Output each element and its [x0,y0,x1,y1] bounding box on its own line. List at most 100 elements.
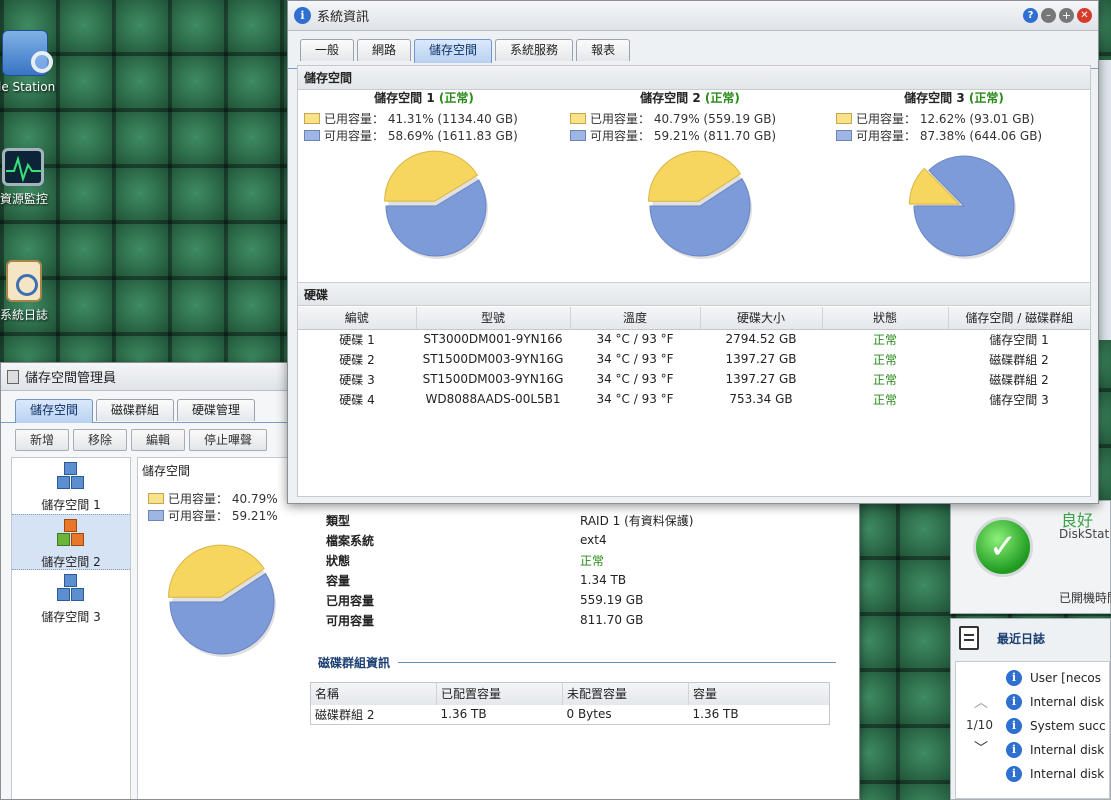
file-station-icon [2,30,53,76]
volume-cubes-icon [56,462,86,492]
prop-key: 已用容量 [326,593,375,608]
free-legend: 可用容量： 59.21% (811.70 GB) [570,127,830,144]
volume-list-item[interactable]: 儲存空間 1 [12,458,130,514]
used-swatch [148,493,164,504]
free-swatch [148,510,164,521]
volume-name: 儲存空間 1 [374,91,435,105]
disk-group-table: 名稱 已配置容量 未配置容量 容量 磁碟群組 2 1.36 TB 0 Bytes… [310,682,830,725]
storage-manager-app-icon [7,369,19,384]
disk-col-header: 狀態 [822,307,949,330]
group-col-header: 容量 [693,687,718,702]
volume-usage-pie [168,544,276,657]
ok-status-icon: ✓ [973,517,1033,577]
volume-list-item[interactable]: 儲存空間 3 [12,570,130,626]
desktop-icon-label: le Station [0,80,56,94]
system-info-tabs: 一般 網路 儲存空間 系統服務 報表 [288,31,1098,69]
remove-button[interactable]: 移除 [73,429,128,451]
free-swatch [836,130,852,141]
stop-beep-button[interactable]: 停止嗶聲 [189,429,268,451]
disk-col-header: 硬碟大小 [700,307,823,330]
info-icon: i [294,7,311,24]
used-legend: 已用容量： 41.31% (1134.40 GB) [304,110,564,127]
table-row[interactable]: 硬碟 4 WD8088AADS-00L5B1 34 °C / 93 °F 753.34… [298,389,1090,409]
disk-section-header: 硬碟 [298,282,1090,306]
resource-monitor-icon [2,148,44,186]
desktop-icon-system-log[interactable]: 系統日誌 [0,260,80,323]
desktop-icon-label: 資源監控 [0,192,49,206]
used-swatch [836,113,852,124]
volume-name: 儲存空間 2 [640,91,701,105]
tab-network[interactable]: 網路 [357,39,412,61]
recent-logs-title: 最近日誌 [997,631,1046,646]
disk-col-header: 溫度 [570,307,701,330]
uptime-label: 已開機時間 [1059,591,1111,605]
volume-usage-pie [648,150,752,259]
volume-detail-panel: 儲存空間 已用容量： 40.79% 可用容量： 59.21% 類型 RAID 1 … [137,457,859,799]
system-info-content: 儲存空間 儲存空間 1 (正常) 已用容量： 41.31% (1134.40 G… [297,65,1091,497]
system-log-icon [6,260,42,302]
edit-button[interactable]: 編輯 [131,429,186,451]
tab-report[interactable]: 報表 [576,39,631,61]
table-row[interactable]: 硬碟 2 ST1500DM003-9YN16G 34 °C / 93 °F 1397.… [298,349,1090,369]
desktop-icon-file-station[interactable]: le Station [0,30,80,94]
log-item[interactable]: i Internal disk [1006,690,1111,714]
tab-hdd-management[interactable]: 硬碟管理 [177,399,256,421]
prop-key: 可用容量 [326,613,375,628]
free-swatch [304,130,320,141]
disk-group-section-title: 磁碟群組資訊 [318,654,836,671]
free-slice [913,155,1015,257]
log-page-indicator: 1/10 [966,718,993,732]
tab-storage[interactable]: 儲存空間 [414,39,493,63]
window-title: 系統資訊 [317,10,370,25]
recent-logs-widget: 最近日誌 ︿ 1/10 ﹀ i User [necos i Internal dis… [950,618,1111,800]
prop-value: 1.34 TB [580,573,627,587]
prop-value: 559.19 GB [580,593,644,607]
prop-value: 正常 [580,553,605,568]
tab-disk-groups[interactable]: 磁碟群組 [96,399,175,421]
table-row[interactable]: 硬碟 3 ST1500DM003-9YN16G 34 °C / 93 °F 1397.… [298,369,1090,389]
chevron-down-icon[interactable]: ﹀ [974,738,988,758]
info-icon: i [1006,670,1022,686]
desktop-icon-resource-monitor[interactable]: 資源監控 [0,148,80,207]
volume-list-item-selected[interactable]: 儲存空間 2 [12,514,130,570]
add-button[interactable]: 新增 [15,429,70,451]
log-item[interactable]: i Internal disk [1006,738,1111,762]
free-legend: 可用容量： 58.69% (1611.83 GB) [304,127,564,144]
close-icon[interactable]: ✕ [1077,8,1092,23]
chevron-up-icon[interactable]: ︿ [974,692,988,712]
prop-key: 容量 [326,573,351,588]
log-item[interactable]: i System succ [1006,714,1111,738]
help-icon[interactable]: ? [1023,8,1038,23]
maximize-icon[interactable]: + [1059,8,1074,23]
health-label: DiskStat [1059,527,1110,541]
info-icon: i [1006,694,1022,710]
info-icon: i [1006,766,1022,782]
health-widget: ✓ 良好 DiskStat 已開機時間 [950,500,1111,614]
tab-volumes[interactable]: 儲存空間 [15,399,94,423]
prop-key: 類型 [326,513,351,528]
right-edge-panel [1098,60,1111,340]
system-info-titlebar[interactable]: i 系統資訊 ? – + ✕ [288,1,1098,31]
tab-general[interactable]: 一般 [300,39,355,61]
system-info-window: i 系統資訊 ? – + ✕ 一般 網路 儲存空間 系統服務 報表 儲存空間 儲存空間 … [287,0,1099,504]
used-legend: 已用容量： 40.79% [148,490,278,507]
tab-services[interactable]: 系統服務 [495,39,574,61]
free-legend: 可用容量： 59.21% [148,507,278,524]
volume-usage-pie [384,150,488,259]
volume-cubes-icon [56,574,86,604]
table-row[interactable]: 磁碟群組 2 1.36 TB 0 Bytes 1.36 TB [311,705,830,725]
volume-status: (正常) [438,91,474,105]
table-row[interactable]: 硬碟 1 ST3000DM001-9YN166 34 °C / 93 °F 2794.… [298,329,1090,349]
volume-status: (正常) [968,91,1004,105]
disk-col-header: 儲存空間 / 磁碟群組 [948,307,1090,330]
disk-col-header: 型號 [416,307,571,330]
prop-value: RAID 1 (有資料保護) [580,513,694,528]
detail-title: 儲存空間 [142,464,191,478]
used-swatch [304,113,320,124]
minimize-icon[interactable]: – [1041,8,1056,23]
log-item[interactable]: i User [necos [1006,666,1111,690]
log-item[interactable]: i Internal disk [1006,762,1111,786]
used-legend: 已用容量： 12.62% (93.01 GB) [836,110,1092,127]
free-swatch [570,130,586,141]
desktop-icon-label: 系統日誌 [0,308,49,322]
